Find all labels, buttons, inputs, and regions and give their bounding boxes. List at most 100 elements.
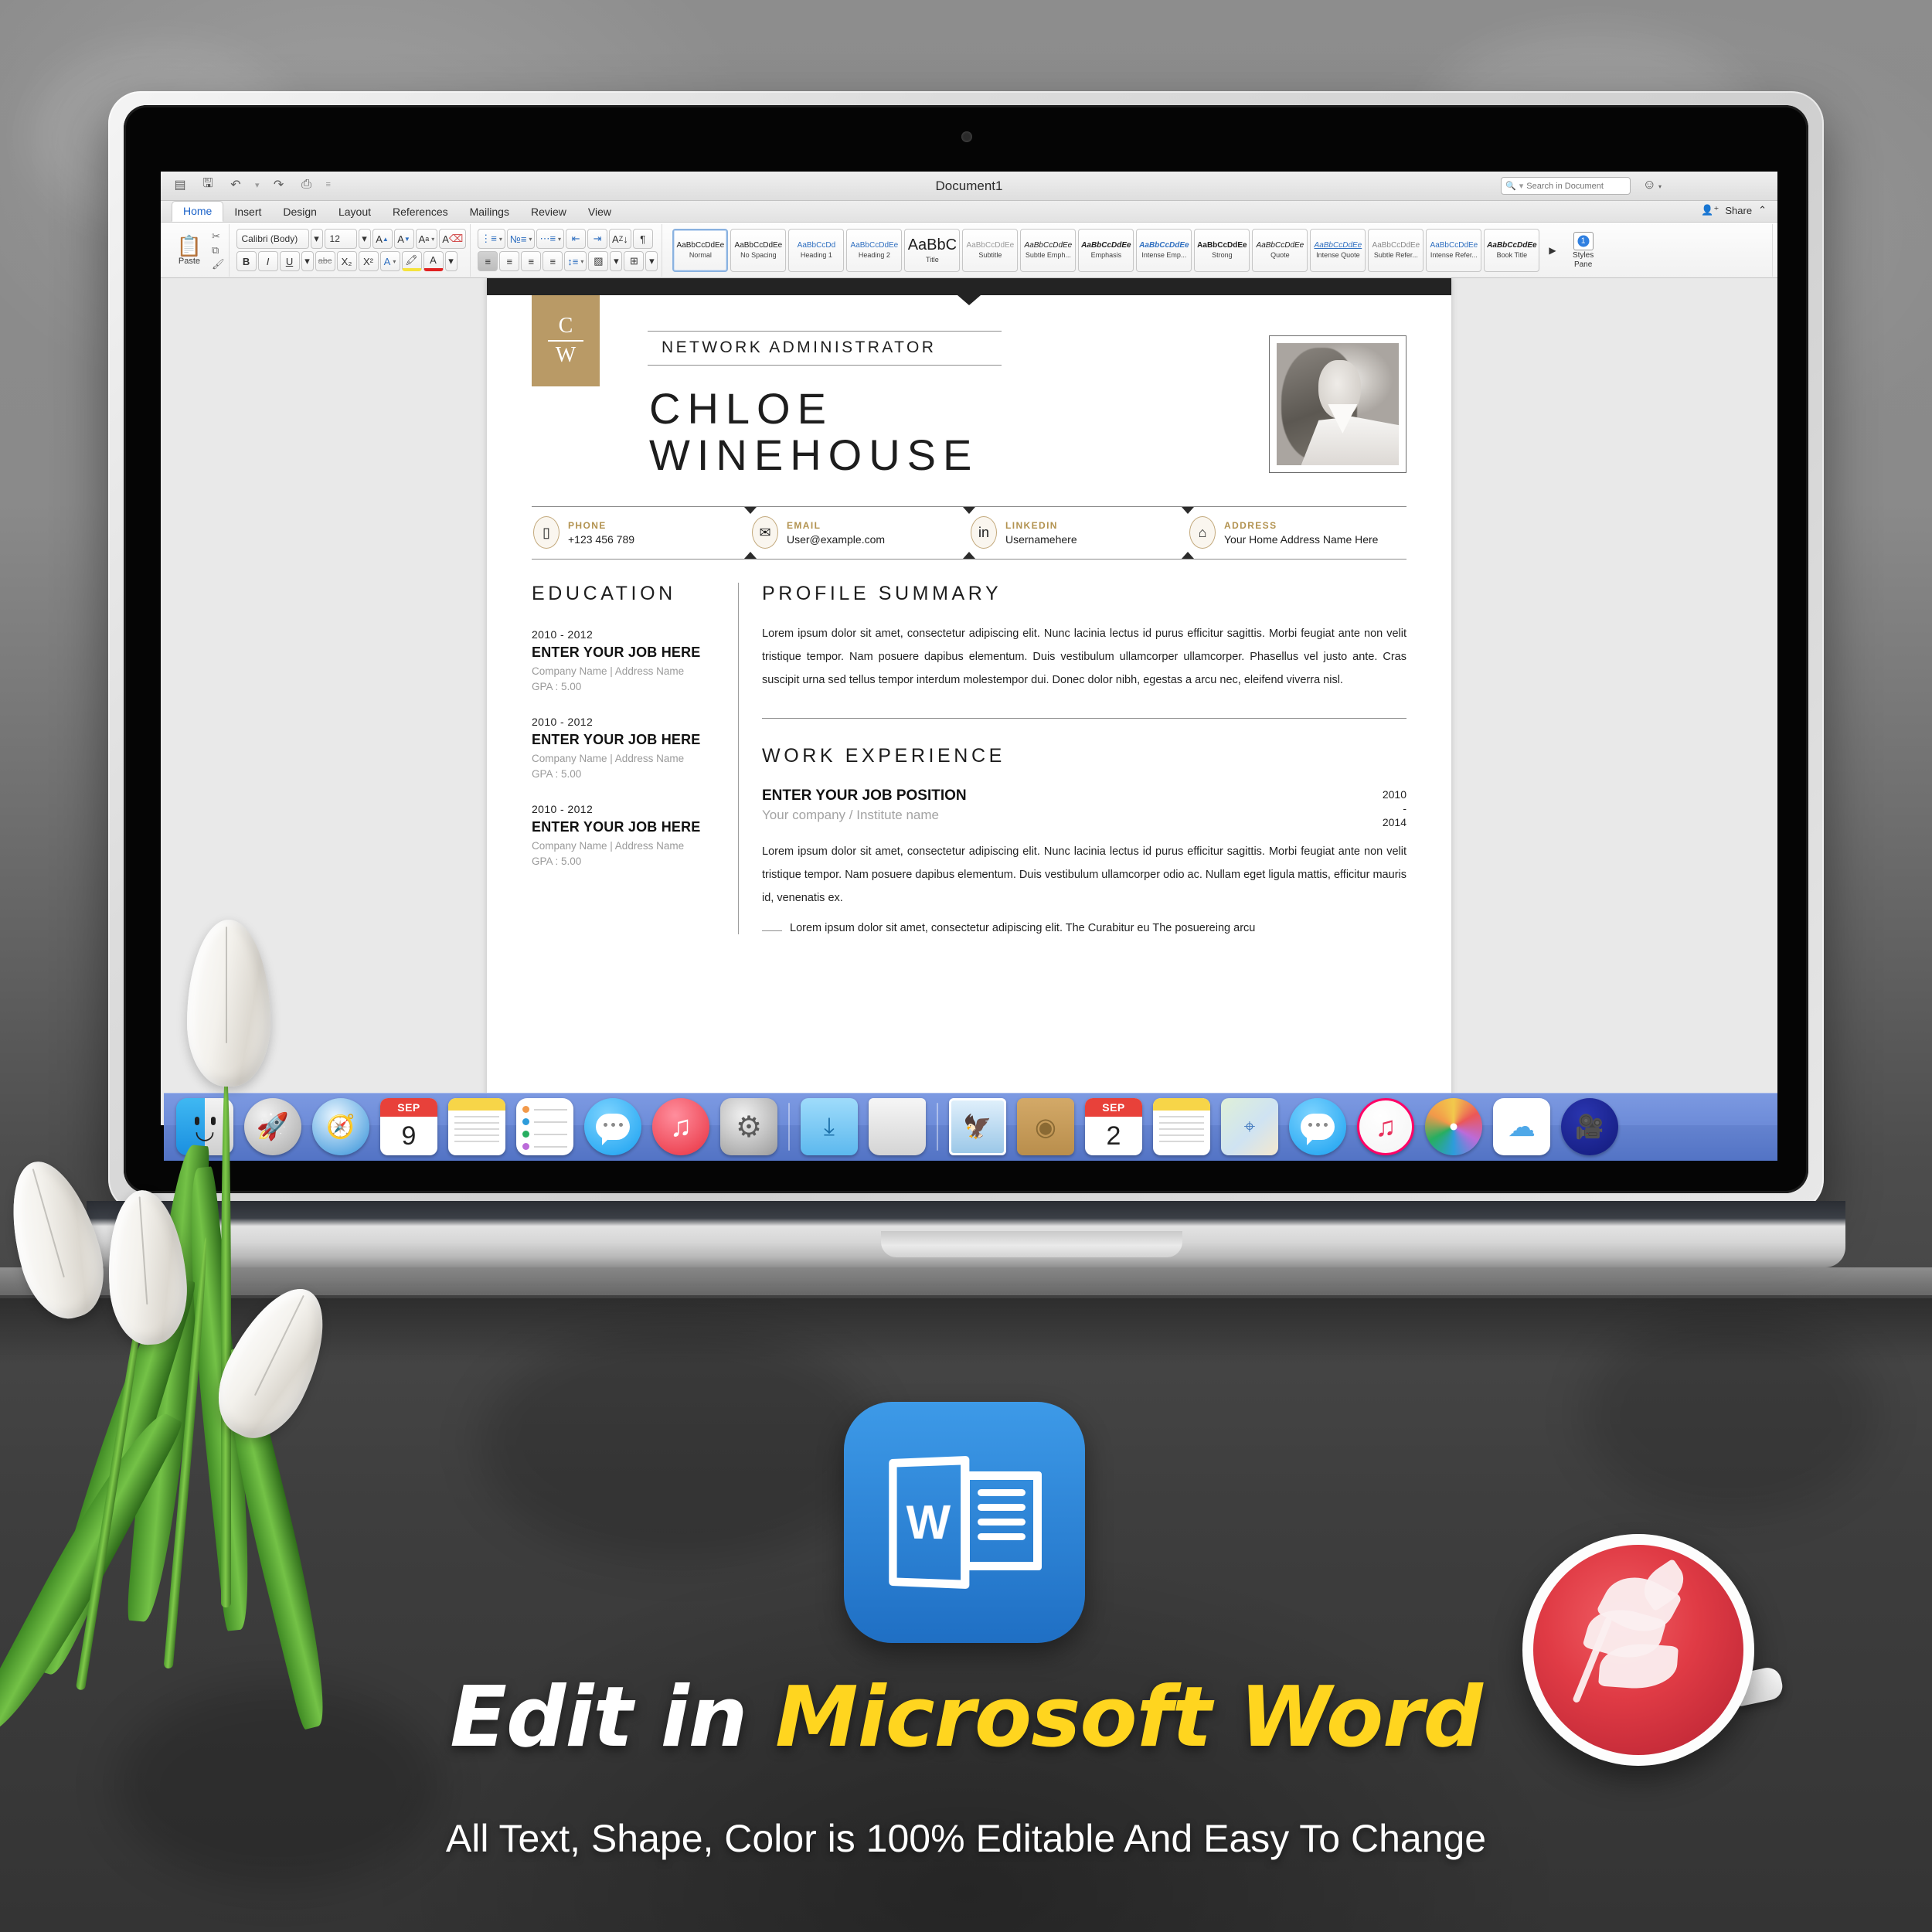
style-card-subtle-refer[interactable]: AaBbCcDdEe Subtle Refer... [1368,228,1424,272]
justify-button[interactable]: ≡ [543,251,563,271]
superscript-button[interactable]: X² [358,251,379,271]
copy-icon[interactable]: ⧉ [212,244,225,257]
tulip-bud [0,1151,117,1328]
sort-button[interactable]: A Z ↓ [609,229,631,249]
font-color-button[interactable]: A [423,251,444,271]
clear-formatting-button[interactable]: A ⌫ [439,229,467,249]
dock-item-messages[interactable] [584,1098,641,1155]
stamp-eagle-icon: 🦅 [963,1114,992,1140]
highlight-color-button[interactable]: 🖍 [401,251,422,271]
increase-indent-button[interactable]: ⇥ [587,229,608,249]
style-card-subtitle[interactable]: AaBbCcDdEe Subtitle [962,228,1019,272]
styles-gallery[interactable]: AaBbCcDdEe Normal AaBbCcDdEe No Spacing AaBb… [669,228,1543,272]
font-color-caret-icon[interactable]: ▾ [444,251,457,271]
align-left-button[interactable]: ≡ [478,251,498,271]
job-date-end: 2014 [1382,816,1406,828]
styles-pane-button[interactable]: Styles Pane [1563,231,1604,269]
line-spacing-button[interactable]: ↕≡ ▾ [564,251,587,271]
bullets-button[interactable]: ⋮≡ ▾ [478,229,505,249]
dock-item-notes-2[interactable] [1153,1098,1210,1155]
style-card-emphasis[interactable]: AaBbCcDdEe Emphasis [1078,228,1134,272]
font-name-caret-icon[interactable]: ▾ [310,229,323,249]
dock-item-contacts[interactable]: ◉ [1017,1098,1074,1155]
tab-layout[interactable]: Layout [328,202,382,222]
align-center-button[interactable]: ≡ [499,251,520,271]
style-card-book-title[interactable]: AaBbCcDdEe Book Title [1484,228,1540,272]
monogram-divider [548,340,583,342]
ribbon[interactable]: 📋 Paste ✂ ⧉ 🖌 Calibri (Body) ▾ 12 ▾ A ▲ A… [161,223,1777,278]
paste-button[interactable]: 📋 Paste [169,235,209,266]
search-input[interactable] [1526,181,1626,191]
underline-caret-icon[interactable]: ▾ [301,251,314,271]
collapse-ribbon-icon[interactable]: ⌃ [1758,204,1767,216]
contact-value: Your Home Address Name Here [1224,532,1379,546]
dock-item-facetime[interactable]: 🎥 [1561,1098,1618,1155]
dock-item-messages-2[interactable] [1289,1098,1346,1155]
style-card-quote[interactable]: AaBbCcDdEe Quote [1252,228,1308,272]
tab-mailings[interactable]: Mailings [459,202,520,222]
style-card-no-spacing[interactable]: AaBbCcDdEe No Spacing [730,228,787,272]
word-lines-panel [961,1471,1042,1570]
style-card-normal[interactable]: AaBbCcDdEe Normal [672,228,729,272]
borders-button[interactable]: ⊞ [624,251,645,271]
grow-font-button[interactable]: A ▲ [372,229,393,249]
resume-page[interactable]: C W NETWORK ADMINISTRATOR CHLOE WINEHOUS… [487,278,1451,1125]
tab-home[interactable]: Home [172,201,224,222]
style-card-heading-2[interactable]: AaBbCcDdEe Heading 2 [846,228,903,272]
tab-view[interactable]: View [577,202,622,222]
style-card-subtle-emph[interactable]: AaBbCcDdEe Subtle Emph... [1020,228,1077,272]
styles-gallery-more-icon[interactable]: ▶ [1545,245,1560,256]
dock-item-itunes[interactable]: ♫ [652,1098,709,1155]
align-right-button[interactable]: ≡ [521,251,542,271]
italic-button[interactable]: I [257,251,278,271]
share-control[interactable]: 👤⁺ Share ⌃ [1701,204,1767,216]
font-size-dropdown[interactable]: 12 [324,229,357,249]
shading-caret-icon[interactable]: ▾ [610,251,623,271]
shrink-font-button[interactable]: A ▼ [393,229,414,249]
numbering-button[interactable]: №≡ ▾ [506,229,536,249]
tab-design[interactable]: Design [272,202,328,222]
search-input-wrapper[interactable]: 🔍 ▾ [1501,177,1631,195]
tab-references[interactable]: References [382,202,459,222]
dock-item-calendar-2[interactable]: SEP 2 [1085,1098,1142,1155]
share-label[interactable]: Share [1725,205,1752,216]
contact-notch-bottom-3 [1182,552,1195,559]
bold-button[interactable]: B [236,251,257,271]
style-card-heading-1[interactable]: AaBbCcDd Heading 1 [788,228,845,272]
subscript-button[interactable]: X₂ [336,251,357,271]
font-name-dropdown[interactable]: Calibri (Body) [236,229,309,249]
style-card-strong[interactable]: AaBbCcDdEe Strong [1194,228,1250,272]
strikethrough-button[interactable]: abc [315,251,335,271]
ribbon-tab-bar[interactable]: Home Insert Design Layout References Mai… [161,201,1777,223]
format-painter-icon[interactable]: 🖌 [212,258,225,270]
dock-item-photos[interactable] [1425,1098,1482,1155]
dock-item-mail[interactable]: 🦅 [949,1098,1006,1155]
dock-item-itunes-2[interactable]: ♫ [1357,1098,1414,1155]
style-card-intense-emp[interactable]: AaBbCcDdEe Intense Emp... [1136,228,1192,272]
dock-item-system-preferences[interactable]: ⚙ [720,1098,777,1155]
font-size-caret-icon[interactable]: ▾ [358,229,371,249]
dock-item-trash[interactable] [869,1098,926,1155]
decrease-indent-button[interactable]: ⇤ [566,229,587,249]
shading-button[interactable]: ▨ [588,251,609,271]
tab-review[interactable]: Review [520,202,577,222]
style-card-intense-quote[interactable]: AaBbCcDdEe Intense Quote [1310,228,1366,272]
cut-icon[interactable]: ✂ [212,230,225,243]
dock-item-icloud[interactable]: ☁ [1493,1098,1550,1155]
borders-caret-icon[interactable]: ▾ [645,251,658,271]
dock-item-downloads[interactable]: ⤓ [801,1098,858,1155]
multilevel-list-button[interactable]: ⋯≡ ▾ [536,229,565,249]
style-card-intense-refer[interactable]: AaBbCcDdEe Intense Refer... [1426,228,1482,272]
education-years: 2010 - 2012 [532,803,594,815]
feedback-smiley-icon[interactable]: ☺ ▾ [1643,177,1662,192]
change-case-button[interactable]: Aa ▾ [415,229,438,249]
tab-insert[interactable]: Insert [223,202,272,222]
text-effects-button[interactable]: A ▾ [379,251,400,271]
style-card-title[interactable]: AaBbC Title [904,228,961,272]
search-caret-icon[interactable]: ▾ [1519,181,1524,191]
tulip-stem [221,1066,231,1607]
dock-item-maps[interactable]: ⌖ [1221,1098,1278,1155]
underline-button[interactable]: U [279,251,300,271]
show-formatting-marks-button[interactable]: ¶ [632,229,653,249]
microsoft-word-app-icon[interactable]: W [844,1402,1085,1643]
